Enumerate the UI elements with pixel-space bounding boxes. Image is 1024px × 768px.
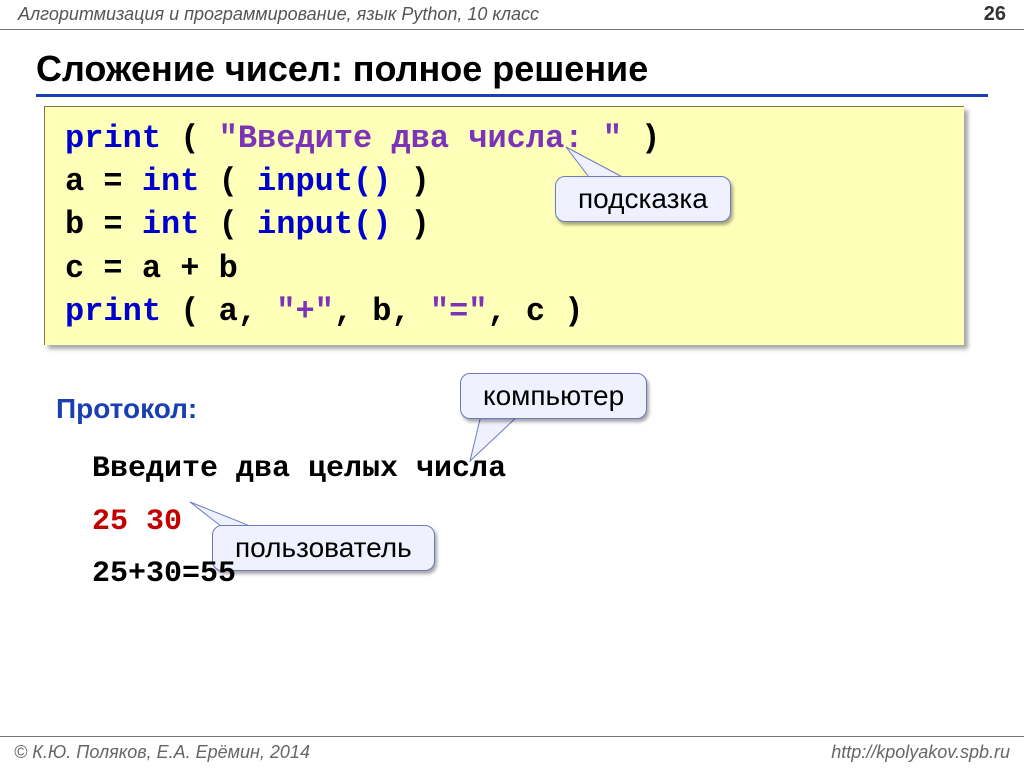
paren: ( xyxy=(199,206,257,243)
footer-right: http://kpolyakov.spb.ru xyxy=(831,742,1010,763)
breadcrumb: Алгоритмизация и программирование, язык … xyxy=(18,4,539,25)
page-number: 26 xyxy=(984,3,1006,26)
paren: ( xyxy=(199,163,257,200)
code-text: , b, xyxy=(334,293,430,330)
callout-computer: компьютер xyxy=(460,373,647,419)
string-literal: "=" xyxy=(430,293,488,330)
keyword-input: input() xyxy=(257,163,391,200)
string-literal: "+" xyxy=(276,293,334,330)
code-line-2: a = int ( input() ) xyxy=(65,160,944,203)
header-bar: Алгоритмизация и программирование, язык … xyxy=(0,0,1024,30)
keyword-print: print xyxy=(65,120,161,157)
code-text: ( a, xyxy=(161,293,276,330)
protocol-user-input: 25 30 xyxy=(92,496,506,549)
paren: ( xyxy=(161,120,219,157)
protocol-output: Введите два целых числа 25 30 25+30=55 xyxy=(92,443,506,601)
callout-hint: подсказка xyxy=(555,176,731,222)
code-line-4: c = a + b xyxy=(65,247,944,290)
page-title: Сложение чисел: полное решение xyxy=(36,48,988,97)
protocol-label: Протокол: xyxy=(56,393,197,425)
code-block: print ( "Введите два числа: " ) a = int … xyxy=(44,106,964,345)
footer-bar: © К.Ю. Поляков, Е.А. Ерёмин, 2014 http:/… xyxy=(0,736,1024,768)
code-line-3: b = int ( input() ) xyxy=(65,203,944,246)
footer-left: © К.Ю. Поляков, Е.А. Ерёмин, 2014 xyxy=(14,742,310,763)
keyword-print: print xyxy=(65,293,161,330)
paren: ) xyxy=(391,163,429,200)
protocol-line: Введите два целых числа xyxy=(92,443,506,496)
code-line-1: print ( "Введите два числа: " ) xyxy=(65,117,944,160)
code-line-5: print ( a, "+", b, "=", c ) xyxy=(65,290,944,333)
protocol-line: 25+30=55 xyxy=(92,548,506,601)
keyword-input: input() xyxy=(257,206,391,243)
keyword-int: int xyxy=(142,206,200,243)
paren: ) xyxy=(391,206,429,243)
code-text: , c ) xyxy=(487,293,583,330)
code-text: a = xyxy=(65,163,142,200)
keyword-int: int xyxy=(142,163,200,200)
code-text: b = xyxy=(65,206,142,243)
